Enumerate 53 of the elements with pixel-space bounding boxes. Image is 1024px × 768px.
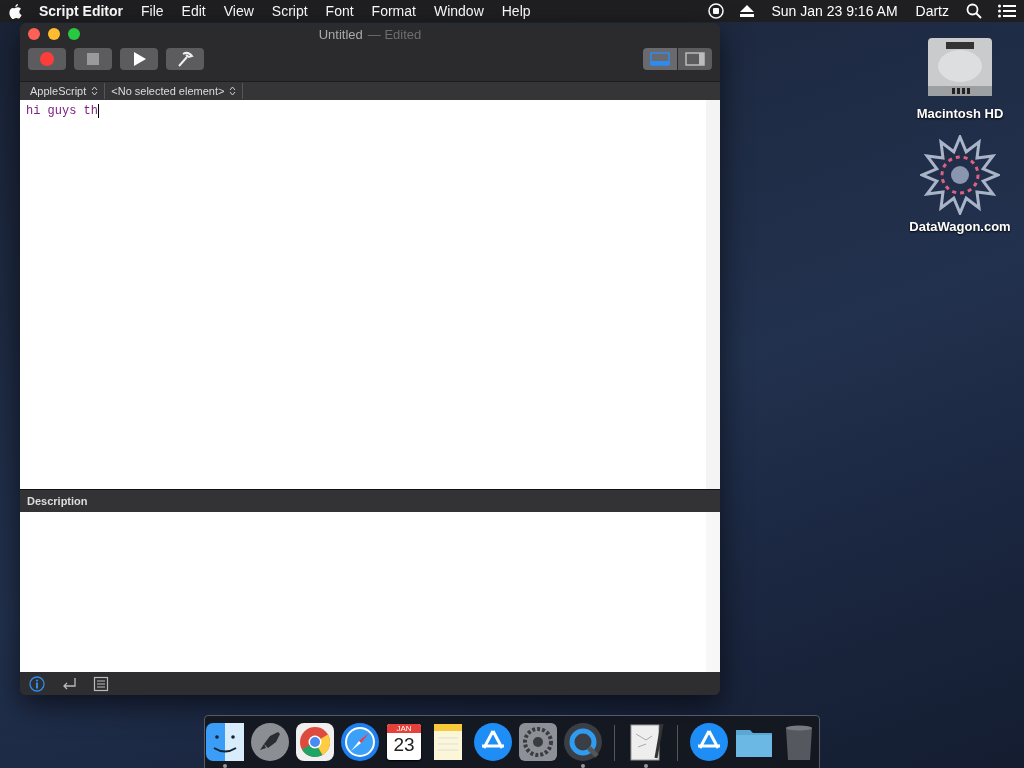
menu-item[interactable]: Edit xyxy=(172,3,215,19)
updown-caret-icon xyxy=(91,86,99,96)
info-icon[interactable] xyxy=(29,675,45,692)
run-button[interactable] xyxy=(120,48,158,70)
compile-glyph-icon xyxy=(176,50,194,68)
edited-status: — Edited xyxy=(367,26,422,42)
bottom-pane-icon xyxy=(650,52,670,66)
menu-item[interactable]: Format xyxy=(362,3,425,19)
browser-logo-icon[interactable] xyxy=(295,722,335,762)
description-header: Description xyxy=(27,495,88,507)
menu-item[interactable]: Script xyxy=(262,3,317,19)
minimize-button[interactable] xyxy=(48,28,60,40)
record-status-icon[interactable] xyxy=(708,3,725,19)
navigation-popup[interactable]: AppleScript xyxy=(24,83,106,99)
menu-clock[interactable]: Sun Jan 23 9:16 AM xyxy=(762,3,907,19)
window-title: Untitled xyxy=(318,26,363,42)
calendar-icon[interactable]: JAN 23 xyxy=(387,724,422,760)
desktop-icon-label[interactable]: Macintosh HD xyxy=(916,106,1004,121)
menu-item[interactable]: Help xyxy=(492,3,540,19)
list-icon[interactable] xyxy=(998,4,1016,18)
menu-item[interactable]: View xyxy=(214,3,263,19)
app-store-icon[interactable] xyxy=(689,722,729,762)
finder-face-icon[interactable] xyxy=(205,722,245,762)
record-glyph-icon xyxy=(38,50,56,68)
quicktime-logo-icon[interactable] xyxy=(563,722,604,762)
app-menu[interactable]: Script Editor xyxy=(30,3,132,19)
compass-icon[interactable] xyxy=(340,722,380,762)
bottom-pane-toggle[interactable] xyxy=(643,48,677,70)
apple-logo-icon[interactable] xyxy=(8,3,22,19)
user-name[interactable]: Dartz xyxy=(906,3,958,19)
menu-item[interactable]: File xyxy=(132,3,173,19)
stop-glyph-icon xyxy=(84,50,102,68)
stop-button[interactable] xyxy=(74,48,112,70)
eject-icon[interactable] xyxy=(740,5,755,17)
desktop-icon-label[interactable]: DataWagon.com xyxy=(909,219,1011,234)
text-cursor xyxy=(98,104,99,118)
gear-icon[interactable] xyxy=(518,722,559,762)
menu-item[interactable]: Window xyxy=(424,3,493,19)
app-store-icon[interactable] xyxy=(473,722,514,762)
close-button[interactable] xyxy=(28,28,40,40)
navigation-popup[interactable]: <No selected element> xyxy=(105,83,244,99)
star-emblem-icon xyxy=(920,135,1000,215)
updown-caret-icon xyxy=(229,86,237,96)
side-pane-toggle[interactable] xyxy=(678,48,712,70)
script-editor-area[interactable]: hi guys th xyxy=(20,100,720,489)
compile-button[interactable] xyxy=(166,48,204,70)
menu-item[interactable]: Font xyxy=(316,3,363,19)
side-pane-icon xyxy=(685,52,705,66)
zoom-button[interactable] xyxy=(68,28,80,40)
search-icon[interactable] xyxy=(966,3,982,19)
list-icon[interactable] xyxy=(93,675,109,692)
return-arrow-icon[interactable] xyxy=(61,675,77,692)
description-field[interactable] xyxy=(20,512,720,672)
